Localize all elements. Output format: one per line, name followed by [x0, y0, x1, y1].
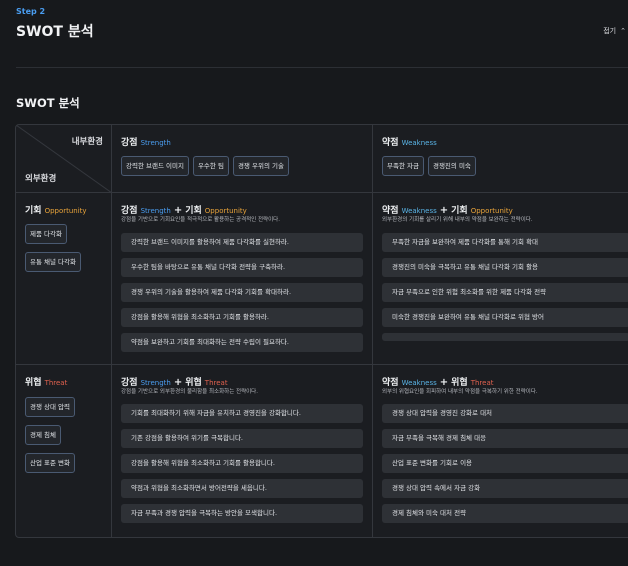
wo-strategy-item[interactable]: 경쟁진의 미숙을 극복하고 유통 채널 다각화 기회 활용 — [382, 258, 628, 277]
wt-strategy-cell: 약점 Weakness + 위협 Threat 외부의 위협요인을 회피하여 내부의 약… — [373, 365, 628, 537]
threat-chip[interactable]: 산업 표준 변화 — [25, 453, 76, 473]
opportunity-en: Opportunity — [44, 207, 87, 215]
strength-chip[interactable]: 경쟁 우위의 기술 — [232, 156, 289, 176]
wt-description: 외부의 위협요인을 회피하여 내부의 약점을 극복하기 위한 전략이다. — [382, 389, 538, 395]
wo-strategy-item[interactable]: 부족한 자금을 보완하여 제품 다각화를 통해 기회 확대 — [382, 233, 628, 252]
weakness-title: 약점 — [382, 138, 399, 148]
fold-label: 접기 — [603, 27, 617, 35]
wo-description: 외부환경의 기회를 살리기 위해 내부의 약점을 보완하는 전략이다. — [382, 217, 533, 223]
st-strategy-cell: 강점 Strength + 위협 Threat 강점을 기반으로 외부환경의 불리함을 … — [112, 365, 373, 537]
wo-title-a-en: Weakness — [401, 207, 437, 215]
so-title-a-en: Strength — [140, 207, 171, 215]
wt-strategy-item[interactable]: 경제 침체와 미숙 대처 전략 — [382, 504, 628, 523]
fold-button[interactable]: 접기 ⌃ — [603, 26, 626, 36]
so-strategy-item[interactable]: 우수한 팀을 바탕으로 유통 채널 다각화 전략을 구축하라. — [121, 258, 363, 277]
wo-title-b-en: Opportunity — [470, 207, 513, 215]
so-description: 강점을 기반으로 기회요인을 적극적으로 활용하는 공격적인 전략이다. — [121, 217, 280, 223]
strength-en: Strength — [140, 139, 171, 147]
st-description: 강점을 기반으로 외부환경의 불리함을 최소화하는 전략이다. — [121, 389, 258, 395]
so-strategy-item[interactable]: 강점을 활용해 위협을 최소화하고 기회를 활용하라. — [121, 308, 363, 327]
wt-strategy-item[interactable]: 경쟁 상대 압력을 경영진 강화로 대처 — [382, 404, 628, 423]
internal-label: 내부환경 — [71, 137, 103, 147]
so-title-b-en: Opportunity — [204, 207, 247, 215]
page-title: SWOT 분석 — [16, 24, 94, 40]
strength-header: 강점 Strength 강력한 브랜드 이미지 우수한 팀 경쟁 우위의 기술 — [112, 125, 373, 193]
wt-strategy-item[interactable]: 경쟁 상대 압력 속에서 자금 강화 — [382, 479, 628, 498]
so-strategy-item[interactable]: 경쟁 우위의 기술을 활용하여 제품 다각화 기회를 확대하라. — [121, 283, 363, 302]
divider — [16, 67, 628, 68]
swot-matrix: 내부환경 외부환경 강점 Strength 강력한 브랜드 이미지 우수한 팀 경… — [15, 124, 628, 538]
st-strategy-item[interactable]: 자금 부족과 경쟁 압력을 극복하는 방안을 모색합니다. — [121, 504, 363, 523]
weakness-header: 약점 Weakness 부족한 자금 경쟁진의 미숙 — [373, 125, 628, 193]
step-label: Step 2 — [16, 7, 46, 16]
weakness-en: Weakness — [401, 139, 437, 147]
st-strategy-item[interactable]: 기존 강점을 활용하여 위기를 극복합니다. — [121, 429, 363, 448]
section-title: SWOT 분석 — [16, 96, 80, 110]
strength-chip[interactable]: 강력한 브랜드 이미지 — [121, 156, 189, 176]
opportunity-chip[interactable]: 제품 다각화 — [25, 224, 67, 244]
wo-strategy-item[interactable] — [382, 333, 628, 341]
st-strategy-item[interactable]: 약점과 위협을 최소화하면서 방어전략을 세웁니다. — [121, 479, 363, 498]
opportunity-chip[interactable]: 유통 채널 다각화 — [25, 252, 81, 272]
wo-strategy-item[interactable]: 자금 부족으로 인한 위험 최소화를 위한 제품 다각화 전략 — [382, 283, 628, 302]
st-strategy-item[interactable]: 강점을 활용해 위협을 최소화하고 기회를 활용합니다. — [121, 454, 363, 473]
threat-chip[interactable]: 경쟁 상대 압력 — [25, 397, 76, 417]
strength-chip[interactable]: 우수한 팀 — [192, 156, 229, 176]
st-title-b-en: Threat — [204, 379, 228, 387]
weakness-chip[interactable]: 부족한 자금 — [382, 156, 424, 176]
chevron-up-icon: ⌃ — [620, 27, 626, 35]
st-strategy-item[interactable]: 기회를 최대화하기 위해 자금을 유치하고 경영진을 강화합니다. — [121, 404, 363, 423]
so-strategy-item[interactable]: 강력한 브랜드 이미지를 활용하여 제품 다각화를 실현하라. — [121, 233, 363, 252]
weakness-chip[interactable]: 경쟁진의 미숙 — [427, 156, 476, 176]
so-strategy-item[interactable]: 약점을 보완하고 기회를 최대화하는 전략 수립이 필요하다. — [121, 333, 363, 352]
opportunity-title: 기회 — [25, 206, 42, 216]
wt-strategy-item[interactable]: 자금 부족을 극복해 경제 침체 대응 — [382, 429, 628, 448]
threat-chip[interactable]: 경제 침체 — [25, 425, 61, 445]
threat-en: Threat — [44, 379, 68, 387]
so-strategy-cell: 강점 Strength + 기회 Opportunity 강점을 기반으로 기회요인을 … — [112, 193, 373, 365]
wt-title-a-en: Weakness — [401, 379, 437, 387]
matrix-corner: 내부환경 외부환경 — [16, 125, 112, 193]
threat-header: 위협 Threat 경쟁 상대 압력 경제 침체 산업 표준 변화 — [16, 365, 112, 537]
wo-strategy-cell: 약점 Weakness + 기회 Opportunity 외부환경의 기회를 살리기 위… — [373, 193, 628, 365]
opportunity-header: 기회 Opportunity 제품 다각화 유통 채널 다각화 — [16, 193, 112, 365]
external-label: 외부환경 — [25, 174, 57, 184]
wo-strategy-item[interactable]: 미숙한 경쟁진을 보완하여 유통 채널 다각화로 위협 방어 — [382, 308, 628, 327]
st-title-a-en: Strength — [140, 379, 171, 387]
wt-title-b-en: Threat — [470, 379, 494, 387]
threat-title: 위협 — [25, 378, 42, 388]
strength-title: 강점 — [121, 138, 138, 148]
wt-strategy-item[interactable]: 산업 표준 변화를 기회로 이용 — [382, 454, 628, 473]
